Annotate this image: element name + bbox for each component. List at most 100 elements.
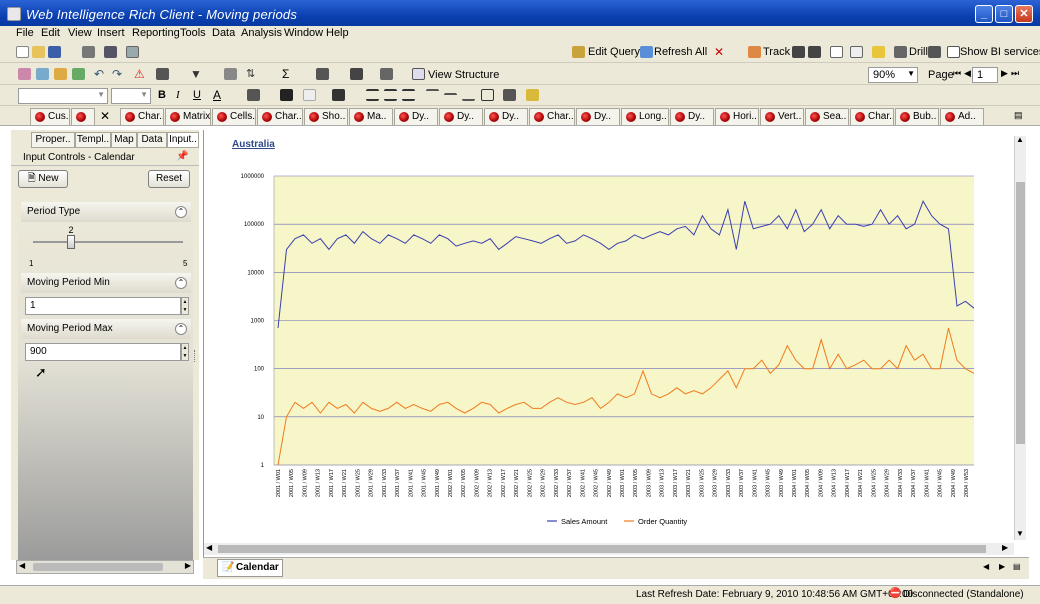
next-page-icon[interactable]: ▶	[1001, 68, 1008, 79]
menu-view[interactable]: View	[68, 27, 92, 39]
minimize-button[interactable]: _	[975, 5, 993, 23]
scroll-down-icon[interactable]: ▼	[1016, 529, 1024, 538]
collapse-icon[interactable]: ⌃	[175, 277, 187, 289]
menu-window[interactable]: Window	[284, 27, 323, 39]
prev-page-icon[interactable]: ◀	[964, 68, 971, 79]
scroll-right-icon[interactable]: ▶	[185, 561, 191, 570]
scroll-left-icon[interactable]: ◀	[19, 561, 25, 570]
first-page-icon[interactable]: ⏮	[953, 68, 961, 79]
moving-period-min-stepper[interactable]: ▲ ▼	[181, 297, 189, 315]
report-tab[interactable]: Cus..	[30, 108, 70, 125]
reset-button[interactable]: Reset	[148, 170, 190, 188]
italic-icon[interactable]: I	[176, 89, 180, 101]
drill-icon[interactable]	[894, 46, 907, 58]
report-tab[interactable]: Dy..	[576, 108, 620, 125]
tab-properties[interactable]: Proper..	[31, 132, 75, 148]
tab-map[interactable]: Map	[111, 132, 137, 148]
wrap-text-icon[interactable]	[481, 89, 494, 101]
menu-insert[interactable]: Insert	[97, 27, 125, 39]
view-mode-icon[interactable]	[126, 46, 139, 58]
align-right-icon[interactable]	[402, 89, 415, 101]
align-top-icon[interactable]	[426, 89, 439, 101]
insert-table-icon[interactable]	[18, 68, 31, 80]
report-tab[interactable]: Char..	[529, 108, 575, 125]
print-icon[interactable]	[82, 46, 95, 58]
break-icon[interactable]	[224, 68, 237, 80]
format-painter-icon[interactable]	[526, 89, 539, 101]
close-tab-icon[interactable]: ✕	[100, 109, 110, 123]
menu-edit[interactable]: Edit	[41, 27, 60, 39]
report-tab[interactable]: Sho..	[304, 108, 348, 125]
sort-icon[interactable]	[156, 68, 169, 80]
underline-icon[interactable]: U	[193, 89, 201, 101]
new-button[interactable]: 🗎 New	[18, 170, 68, 188]
menu-file[interactable]: File	[16, 27, 34, 39]
report-tab[interactable]: Long..	[621, 108, 669, 125]
report-tab[interactable]: Hori..	[715, 108, 759, 125]
border-style-icon[interactable]	[303, 89, 316, 101]
page-number-input[interactable]: 1	[972, 67, 998, 83]
format-icon[interactable]	[380, 68, 393, 80]
zoom-select[interactable]: 90% ▼	[868, 67, 918, 83]
refresh-icon[interactable]	[640, 46, 653, 58]
vscroll-thumb[interactable]	[1016, 182, 1025, 444]
open-folder-icon[interactable]	[32, 46, 45, 58]
sheet-tab-calendar[interactable]: 📝 Calendar	[217, 559, 283, 577]
insert-section-icon[interactable]	[72, 68, 85, 80]
show-bi-services-button[interactable]: Show BI services	[960, 46, 1040, 58]
report-tab[interactable]: Cells..	[212, 108, 256, 125]
variable-icon[interactable]	[350, 68, 363, 80]
track-options-icon[interactable]	[808, 46, 821, 58]
report-tab[interactable]: Dy..	[439, 108, 483, 125]
save-icon[interactable]	[48, 46, 61, 58]
track-button[interactable]: Track	[763, 46, 790, 58]
find-icon[interactable]	[104, 46, 117, 58]
edit-query-icon[interactable]	[572, 46, 585, 58]
splitter-handle[interactable]	[194, 350, 198, 362]
scroll-right-icon[interactable]: ▶	[1002, 543, 1008, 552]
line-color-icon[interactable]	[332, 89, 345, 101]
font-size-select[interactable]: ▼	[111, 88, 151, 104]
refresh-all-button[interactable]: Refresh All	[654, 46, 707, 58]
hscroll-thumb[interactable]	[218, 545, 986, 553]
ranking-icon[interactable]	[316, 68, 329, 80]
filter-icon[interactable]: ▼	[190, 68, 203, 80]
outline-icon[interactable]	[850, 46, 863, 58]
report-tab[interactable]: Ma..	[349, 108, 393, 125]
sum-icon[interactable]: Σ	[282, 68, 295, 80]
moving-period-min-input[interactable]: 1	[25, 297, 181, 315]
align-center-icon[interactable]	[384, 89, 397, 101]
report-tab[interactable]: Char..	[850, 108, 894, 125]
tab-list-icon[interactable]: ▤	[1014, 110, 1023, 121]
menu-help[interactable]: Help	[326, 27, 349, 39]
font-color-icon[interactable]: A	[213, 88, 221, 102]
report-tab[interactable]: Vert..	[760, 108, 804, 125]
sheet-nav-prev-icon[interactable]: ◀	[983, 562, 989, 571]
period-type-slider[interactable]	[33, 241, 183, 243]
report-tab[interactable]: Matrix	[165, 108, 211, 125]
view-structure-icon[interactable]	[412, 68, 425, 80]
scroll-up-icon[interactable]: ▲	[1016, 135, 1024, 144]
tab-data[interactable]: Data	[137, 132, 167, 148]
moving-period-max-input[interactable]: 900	[25, 343, 181, 361]
menu-reporting[interactable]: Reporting	[132, 27, 180, 39]
report-tab[interactable]	[71, 108, 95, 125]
drill-button[interactable]: Drill	[909, 46, 928, 58]
report-tab[interactable]: Char..	[257, 108, 303, 125]
track-changes-icon[interactable]	[792, 46, 805, 58]
undo-icon[interactable]: ↶	[94, 68, 107, 80]
scroll-left-icon[interactable]: ◀	[206, 543, 212, 552]
report-tab[interactable]: Dy..	[670, 108, 714, 125]
report-tab[interactable]: Ad..	[940, 108, 984, 125]
tab-templates[interactable]: Templ..	[75, 132, 111, 148]
bold-icon[interactable]: B	[158, 89, 166, 101]
redo-icon[interactable]: ↷	[112, 68, 125, 80]
menu-data[interactable]: Data	[212, 27, 235, 39]
alerters-icon[interactable]	[872, 46, 885, 58]
edit-query-button[interactable]: Edit Query	[588, 46, 640, 58]
moving-period-max-stepper[interactable]: ▲ ▼	[181, 343, 189, 361]
warning-icon[interactable]: ⚠	[134, 68, 147, 80]
snapshot-icon[interactable]	[928, 46, 941, 58]
track-icon[interactable]	[748, 46, 761, 58]
menu-analysis[interactable]: Analysis	[241, 27, 282, 39]
